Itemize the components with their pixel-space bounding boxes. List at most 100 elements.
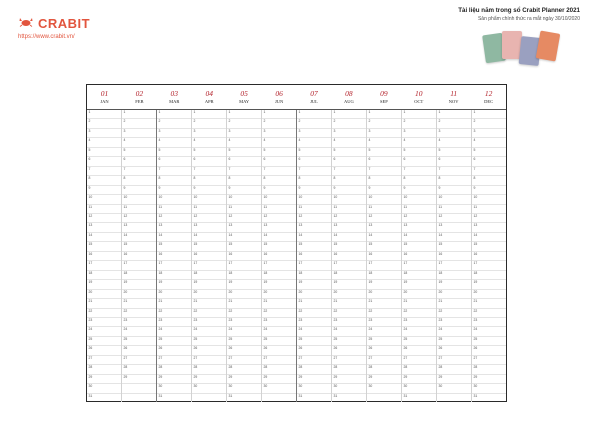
day-cell[interactable]: 20 <box>367 290 401 300</box>
day-cell[interactable]: 31 <box>472 394 506 402</box>
day-cell[interactable]: 9 <box>227 186 261 196</box>
day-cell[interactable]: 14 <box>297 233 331 243</box>
day-cell[interactable]: 28 <box>402 365 436 375</box>
day-cell[interactable]: 25 <box>87 337 121 347</box>
day-cell[interactable]: 28 <box>472 365 506 375</box>
day-cell[interactable]: 17 <box>262 261 296 271</box>
day-cell[interactable]: 19 <box>297 280 331 290</box>
day-cell[interactable]: 7 <box>227 167 261 177</box>
day-cell[interactable]: 28 <box>157 365 191 375</box>
day-cell[interactable]: 13 <box>297 223 331 233</box>
day-cell[interactable]: 21 <box>332 299 366 309</box>
day-cell[interactable]: 8 <box>262 176 296 186</box>
day-cell[interactable]: 22 <box>437 309 471 318</box>
day-cell[interactable] <box>367 394 401 402</box>
day-cell[interactable]: 27 <box>332 356 366 366</box>
day-cell[interactable]: 21 <box>472 299 506 309</box>
day-cell[interactable]: 27 <box>122 356 156 366</box>
day-cell[interactable]: 23 <box>87 318 121 328</box>
day-cell[interactable]: 17 <box>227 261 261 271</box>
day-cell[interactable]: 4 <box>122 138 156 148</box>
day-cell[interactable]: 22 <box>332 309 366 318</box>
day-cell[interactable]: 6 <box>367 157 401 167</box>
day-cell[interactable]: 25 <box>262 337 296 347</box>
day-cell[interactable]: 28 <box>332 365 366 375</box>
day-cell[interactable]: 5 <box>402 148 436 158</box>
day-cell[interactable]: 18 <box>262 271 296 281</box>
day-cell[interactable]: 12 <box>192 214 226 224</box>
day-cell[interactable]: 26 <box>87 346 121 356</box>
day-cell[interactable]: 21 <box>227 299 261 309</box>
day-cell[interactable]: 16 <box>262 252 296 262</box>
day-cell[interactable]: 23 <box>332 318 366 328</box>
day-cell[interactable]: 10 <box>332 195 366 205</box>
day-cell[interactable]: 19 <box>87 280 121 290</box>
day-cell[interactable]: 26 <box>262 346 296 356</box>
day-cell[interactable]: 30 <box>87 384 121 394</box>
day-cell[interactable]: 7 <box>297 167 331 177</box>
day-cell[interactable]: 29 <box>472 375 506 385</box>
day-cell[interactable]: 27 <box>402 356 436 366</box>
day-cell[interactable]: 8 <box>402 176 436 186</box>
day-cell[interactable]: 28 <box>262 365 296 375</box>
day-cell[interactable]: 29 <box>332 375 366 385</box>
day-cell[interactable]: 19 <box>262 280 296 290</box>
day-cell[interactable]: 18 <box>367 271 401 281</box>
day-cell[interactable]: 15 <box>367 242 401 252</box>
day-cell[interactable]: 27 <box>192 356 226 366</box>
day-cell[interactable]: 24 <box>122 327 156 337</box>
day-cell[interactable]: 5 <box>367 148 401 158</box>
day-cell[interactable]: 28 <box>437 365 471 375</box>
day-cell[interactable]: 19 <box>472 280 506 290</box>
day-cell[interactable]: 10 <box>262 195 296 205</box>
day-cell[interactable]: 9 <box>157 186 191 196</box>
day-cell[interactable]: 8 <box>472 176 506 186</box>
day-cell[interactable]: 11 <box>122 205 156 214</box>
day-cell[interactable]: 24 <box>262 327 296 337</box>
day-cell[interactable]: 8 <box>87 176 121 186</box>
day-cell[interactable]: 5 <box>437 148 471 158</box>
day-cell[interactable]: 21 <box>157 299 191 309</box>
day-cell[interactable]: 16 <box>87 252 121 262</box>
day-cell[interactable]: 14 <box>332 233 366 243</box>
day-cell[interactable]: 2 <box>122 119 156 129</box>
day-cell[interactable]: 8 <box>122 176 156 186</box>
day-cell[interactable]: 26 <box>122 346 156 356</box>
day-cell[interactable]: 11 <box>367 205 401 214</box>
day-cell[interactable] <box>192 394 226 402</box>
day-cell[interactable]: 6 <box>297 157 331 167</box>
day-cell[interactable]: 18 <box>87 271 121 281</box>
day-cell[interactable]: 4 <box>192 138 226 148</box>
day-cell[interactable]: 3 <box>87 129 121 139</box>
day-cell[interactable]: 18 <box>122 271 156 281</box>
day-cell[interactable]: 11 <box>87 205 121 214</box>
day-cell[interactable]: 26 <box>472 346 506 356</box>
day-cell[interactable]: 16 <box>192 252 226 262</box>
day-cell[interactable]: 14 <box>227 233 261 243</box>
day-cell[interactable]: 15 <box>297 242 331 252</box>
day-cell[interactable]: 4 <box>87 138 121 148</box>
day-cell[interactable]: 7 <box>157 167 191 177</box>
day-cell[interactable]: 15 <box>192 242 226 252</box>
day-cell[interactable]: 4 <box>367 138 401 148</box>
day-cell[interactable] <box>262 394 296 402</box>
day-cell[interactable]: 10 <box>157 195 191 205</box>
day-cell[interactable]: 1 <box>157 110 191 120</box>
day-cell[interactable]: 24 <box>332 327 366 337</box>
day-cell[interactable]: 23 <box>402 318 436 328</box>
day-cell[interactable]: 4 <box>157 138 191 148</box>
day-cell[interactable]: 10 <box>402 195 436 205</box>
day-cell[interactable]: 14 <box>87 233 121 243</box>
day-cell[interactable]: 5 <box>297 148 331 158</box>
day-cell[interactable]: 1 <box>192 110 226 120</box>
day-cell[interactable]: 1 <box>367 110 401 120</box>
day-cell[interactable]: 1 <box>297 110 331 120</box>
day-cell[interactable]: 18 <box>192 271 226 281</box>
day-cell[interactable]: 21 <box>262 299 296 309</box>
day-cell[interactable]: 12 <box>402 214 436 224</box>
day-cell[interactable]: 7 <box>192 167 226 177</box>
day-cell[interactable]: 10 <box>367 195 401 205</box>
day-cell[interactable]: 3 <box>157 129 191 139</box>
day-cell[interactable]: 10 <box>87 195 121 205</box>
day-cell[interactable]: 9 <box>437 186 471 196</box>
